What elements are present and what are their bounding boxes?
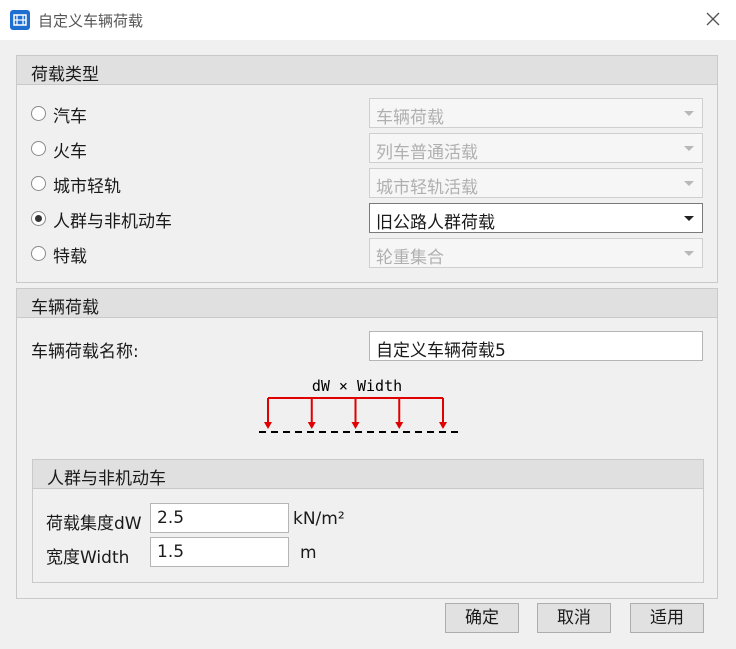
radio-label: 城市轻轨 [53, 177, 121, 197]
radio-label: 特载 [53, 247, 87, 267]
chevron-down-icon [684, 216, 694, 221]
load-arrow-head [439, 422, 447, 429]
width-input[interactable]: 1.5 [150, 537, 289, 567]
close-icon [706, 12, 720, 26]
radio-label: 汽车 [53, 107, 87, 127]
input-value: 1.5 [157, 542, 185, 562]
density-input[interactable]: 2.5 [150, 503, 289, 533]
chevron-down-icon [684, 146, 694, 151]
select-value: 轮重集合 [376, 248, 444, 268]
vehicle-name-label: 车辆荷载名称: [31, 342, 139, 362]
close-button[interactable] [700, 6, 726, 32]
chevron-down-icon [684, 111, 694, 116]
load-type-group: 荷载类型 汽车 车辆荷载 火车 列车普通活载 城市轻轨 城市轻轨活载 人群与非机… [16, 55, 718, 283]
chevron-down-icon [684, 181, 694, 186]
load-arrow-head [307, 422, 316, 429]
radio-button-selected[interactable] [31, 211, 46, 226]
vehicle-load-header: 车辆荷载 [17, 289, 717, 318]
app-icon [10, 10, 30, 30]
select-value: 车辆荷载 [376, 108, 444, 128]
load-arrow-head [264, 422, 272, 429]
radio-button[interactable] [31, 176, 46, 191]
crowd-load-select[interactable]: 旧公路人群荷载 [369, 203, 703, 233]
ok-button[interactable]: 确定 [445, 603, 519, 633]
cancel-button[interactable]: 取消 [537, 603, 611, 633]
special-load-select[interactable]: 轮重集合 [369, 238, 703, 268]
crowd-group: 人群与非机动车 荷载集度dW 2.5 kN/m² 宽度Width 1.5 m [32, 459, 704, 583]
load-type-title: 荷载类型 [31, 65, 99, 85]
diagram-label: dW × Width [312, 377, 402, 395]
window-title: 自定义车辆荷载 [38, 12, 144, 30]
load-diagram: dW × Width [259, 377, 459, 433]
crowd-title: 人群与非机动车 [47, 469, 166, 489]
density-unit: kN/m² [293, 509, 345, 529]
vehicle-load-group: 车辆荷载 车辆荷载名称: 自定义车辆荷载5 dW × Width 人群与非机动车… [16, 288, 718, 599]
density-label: 荷载集度dW [46, 514, 142, 534]
radio-label: 人群与非机动车 [53, 212, 172, 232]
select-value: 城市轻轨活载 [376, 178, 478, 198]
load-arrow-head [395, 422, 404, 429]
title-bar: 自定义车辆荷载 [0, 0, 736, 40]
width-unit: m [300, 543, 317, 563]
load-type-header: 荷载类型 [17, 56, 717, 85]
input-value: 自定义车辆荷载5 [376, 341, 506, 361]
dialog-client: 荷载类型 汽车 车辆荷载 火车 列车普通活载 城市轻轨 城市轻轨活载 人群与非机… [0, 40, 736, 649]
diagram-arrows [264, 397, 447, 429]
radio-button[interactable] [31, 106, 46, 121]
radio-label: 火车 [53, 142, 87, 162]
radio-button[interactable] [31, 141, 46, 156]
select-value: 旧公路人群荷载 [376, 213, 495, 233]
chevron-down-icon [684, 251, 694, 256]
select-value: 列车普通活载 [376, 143, 478, 163]
width-label: 宽度Width [46, 548, 130, 568]
vehicle-name-input[interactable]: 自定义车辆荷载5 [369, 331, 703, 361]
input-value: 2.5 [157, 508, 185, 528]
car-load-select[interactable]: 车辆荷载 [369, 98, 703, 128]
crowd-header: 人群与非机动车 [33, 460, 703, 489]
radio-button[interactable] [31, 246, 46, 261]
train-load-select[interactable]: 列车普通活载 [369, 133, 703, 163]
load-arrow-head [351, 422, 360, 429]
apply-button[interactable]: 适用 [630, 603, 704, 633]
vehicle-load-title: 车辆荷载 [31, 298, 99, 318]
urban-rail-load-select[interactable]: 城市轻轨活载 [369, 168, 703, 198]
